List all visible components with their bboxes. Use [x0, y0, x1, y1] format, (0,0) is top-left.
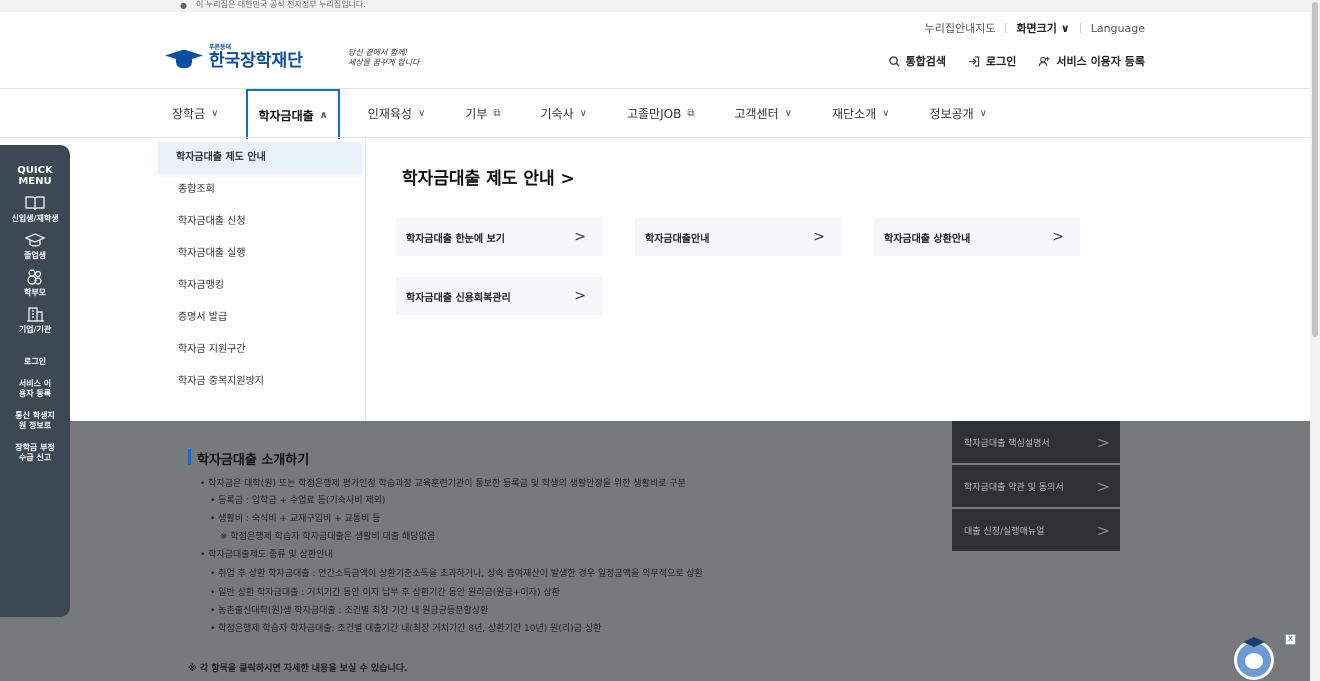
external-link-icon: ⧉	[493, 107, 501, 119]
main-nav: 장학금 ∨ 학자금대출 ∧ 인재육성 ∨ 기부 ⧉ 기숙사 ∨ 고졸만JOB ⧉ 고객센터 ∨…	[172, 89, 1027, 139]
chevron-right-icon: >	[813, 229, 825, 245]
chevron-down-icon: ∨	[211, 107, 219, 119]
page: ● 이 누리집은 대한민국 공식 전자정부 누리집입니다. 누리집안내지도 화면…	[0, 0, 1320, 681]
chevron-up-icon: ∧	[319, 109, 328, 121]
submenu-item-apply[interactable]: 학자금대출 신청	[160, 206, 365, 238]
terms-button[interactable]: 학자금대출 약관 및 동의서 >	[952, 465, 1120, 507]
chevron-right-icon: >	[1096, 476, 1110, 496]
login-button[interactable]: 로그인	[968, 53, 1016, 69]
quick-menu: QUICK MENU 신입생/재학생 졸업생 학부모 기업/기관 로그인 서비스…	[0, 145, 70, 617]
intro-line: • 생활비 : 숙식비 + 교재구입비 + 교통비 등	[210, 514, 381, 524]
nav-donation[interactable]: 기부 ⧉	[465, 89, 500, 137]
gov-banner-text: 이 누리집은 대한민국 공식 전자정부 누리집입니다.	[196, 0, 366, 9]
submenu-item-certificate[interactable]: 증명서 발급	[160, 302, 365, 334]
building-icon	[27, 307, 44, 322]
submenu-item-execute[interactable]: 학자금대출 실행	[160, 238, 365, 270]
card-loan-guide[interactable]: 학자금대출안내 >	[635, 218, 841, 256]
card-repayment-guide[interactable]: 학자금대출 상환안내 >	[874, 218, 1080, 256]
header-actions: 통합검색 로그인 서비스 이용자 등록	[867, 53, 1145, 69]
login-icon	[969, 55, 980, 67]
nav-disclosure[interactable]: 정보공개 ∨	[929, 89, 987, 137]
submenu-item-duplicate[interactable]: 학자금 중복지원방지	[160, 366, 365, 398]
submenu-item-banking[interactable]: 학자금맹킹	[160, 270, 365, 302]
intro-line: • 등록금 : 입학금 + 수업료 등(기숙사비 제외)	[210, 496, 386, 506]
scrollbar-thumb[interactable]	[1312, 2, 1318, 337]
quick-link-login[interactable]: 로그인	[0, 357, 70, 367]
screen-size-button[interactable]: 화면크기 ∨	[1016, 20, 1069, 36]
chevron-down-icon: ∨	[417, 107, 426, 119]
language-button[interactable]: Language	[1091, 22, 1145, 35]
search-icon	[888, 55, 900, 67]
quick-item-student[interactable]: 신입생/재학생	[0, 195, 70, 224]
nav-dormitory[interactable]: 기숙사 ∨	[541, 89, 587, 137]
card-loan-overview[interactable]: 학자금대출 한눈에 보기 >	[396, 218, 602, 256]
chevron-right-icon: >	[1096, 432, 1110, 452]
intro-line: • 농촌출신대학(원)생 학자금대출 : 조건별 최장 기간 내 원금균등분할상…	[210, 606, 489, 616]
logo-name: 한국장학재단	[209, 51, 303, 71]
intro-line: ※ 학점은행제 학습자 학자금대출은 생활비 대출 해당없음	[220, 532, 436, 542]
chevron-down-icon: ∨	[882, 107, 890, 119]
nav-talent[interactable]: 인재육성 ∨	[368, 89, 426, 137]
chevron-down-icon: ∨	[979, 107, 987, 119]
submenu-item-loan-guide[interactable]: 학자금대출 제도 안내	[158, 142, 362, 174]
parents-icon	[27, 269, 42, 285]
key-explanation-button[interactable]: 학자금대출 핵심설명서 >	[952, 421, 1120, 463]
chevron-down-icon: ∨	[1060, 22, 1070, 35]
gov-banner: ● 이 누리집은 대한민국 공식 전자정부 누리집입니다.	[0, 0, 1310, 12]
register-button[interactable]: 서비스 이용자 등록	[1038, 53, 1145, 69]
intro-line: • 취업 후 상환 학자금대출 : 연간소득금액이 상환기준소득을 초과하거나,…	[210, 569, 703, 579]
nav-scholarship[interactable]: 장학금 ∨	[172, 89, 218, 137]
graduation-cap-icon	[25, 233, 45, 247]
quick-menu-title: QUICK MENU	[17, 165, 53, 187]
submenu-item-inquiry[interactable]: 종합조회	[160, 174, 365, 206]
nav-customer-center[interactable]: 고객센터 ∨	[734, 89, 792, 137]
chevron-down-icon: ∨	[784, 107, 792, 119]
utility-links: 누리집안내지도 화면크기 ∨ Language	[925, 20, 1145, 36]
manual-button[interactable]: 대출 신청/실행매뉴얼 >	[952, 509, 1120, 551]
title-accent-bar	[188, 449, 191, 465]
scrollbar[interactable]	[1310, 0, 1320, 681]
intro-line: • 학자금은 대학(원) 또는 학점은행제 평가인정 학습과정 교육훈련기관이 …	[200, 479, 686, 489]
submenu-item-support-tier[interactable]: 학자금 지원구간	[160, 334, 365, 366]
search-button[interactable]: 통합검색	[888, 53, 946, 69]
slogan: 당신 곁에서 함께! 세상을 꿈꾸게 합니다	[348, 48, 420, 67]
quick-link-student-info[interactable]: 통신 학생지원 정보로	[12, 411, 58, 431]
quick-item-company[interactable]: 기업/기관	[0, 306, 70, 335]
user-add-icon	[1039, 56, 1050, 66]
chevron-right-icon: >	[1096, 520, 1110, 540]
card-credit-recovery[interactable]: 학자금대출 신용회복관리 >	[396, 277, 602, 315]
quick-item-parent[interactable]: 학부모	[0, 269, 70, 298]
quick-link-fraud-report[interactable]: 장학금 부정수급 신고	[12, 443, 58, 463]
close-icon[interactable]: X	[1285, 634, 1296, 645]
book-icon	[25, 196, 45, 211]
intro-note: ※ 각 항목을 클릭하시면 자세한 내용을 보실 수 있습니다.	[188, 664, 408, 674]
chevron-right-icon: >	[574, 229, 586, 245]
intro-title: 학자금대출 소개하기	[197, 453, 310, 468]
chevron-right-icon: >	[1052, 229, 1064, 245]
quick-item-graduate[interactable]: 졸업생	[0, 232, 70, 261]
flag-icon: ●	[180, 1, 187, 10]
dropdown-submenu: 학자금대출 제도 안내 종합조회 학자금대출 신청 학자금대출 실행 학자금맹킹…	[158, 138, 366, 421]
nav-about[interactable]: 재단소개 ∨	[832, 89, 890, 137]
nav-student-loan[interactable]: 학자금대출 ∧	[246, 89, 340, 139]
logo-subtext: 푸른등대	[209, 44, 232, 51]
chevron-down-icon: ∨	[579, 107, 587, 119]
graduation-cap-icon	[165, 46, 203, 70]
nav-job[interactable]: 고졸만JOB ⧉	[627, 89, 694, 137]
quick-link-register[interactable]: 서비스 이용자 등록	[17, 379, 53, 399]
sitemap-link[interactable]: 누리집안내지도	[925, 20, 996, 36]
intro-line: • 일반 상환 학자금대출 : 거치기간 동안 이자 납부 후 상환기간 동안 …	[210, 588, 560, 598]
chatbot-mascot[interactable]	[1234, 637, 1274, 680]
chevron-right-icon: >	[574, 288, 586, 304]
site-logo[interactable]: 푸른등대 한국장학재단	[165, 44, 303, 71]
intro-line: • 학자금대출제도 종류 및 상환안내	[200, 550, 333, 560]
intro-line: • 학점은행제 학습자 학자금대출: 조건별 대출기간 내(최장 거치기간 8년…	[210, 624, 602, 634]
external-link-icon: ⧉	[687, 107, 695, 119]
content-title[interactable]: 학자금대출 제도 안내 >	[402, 164, 575, 189]
